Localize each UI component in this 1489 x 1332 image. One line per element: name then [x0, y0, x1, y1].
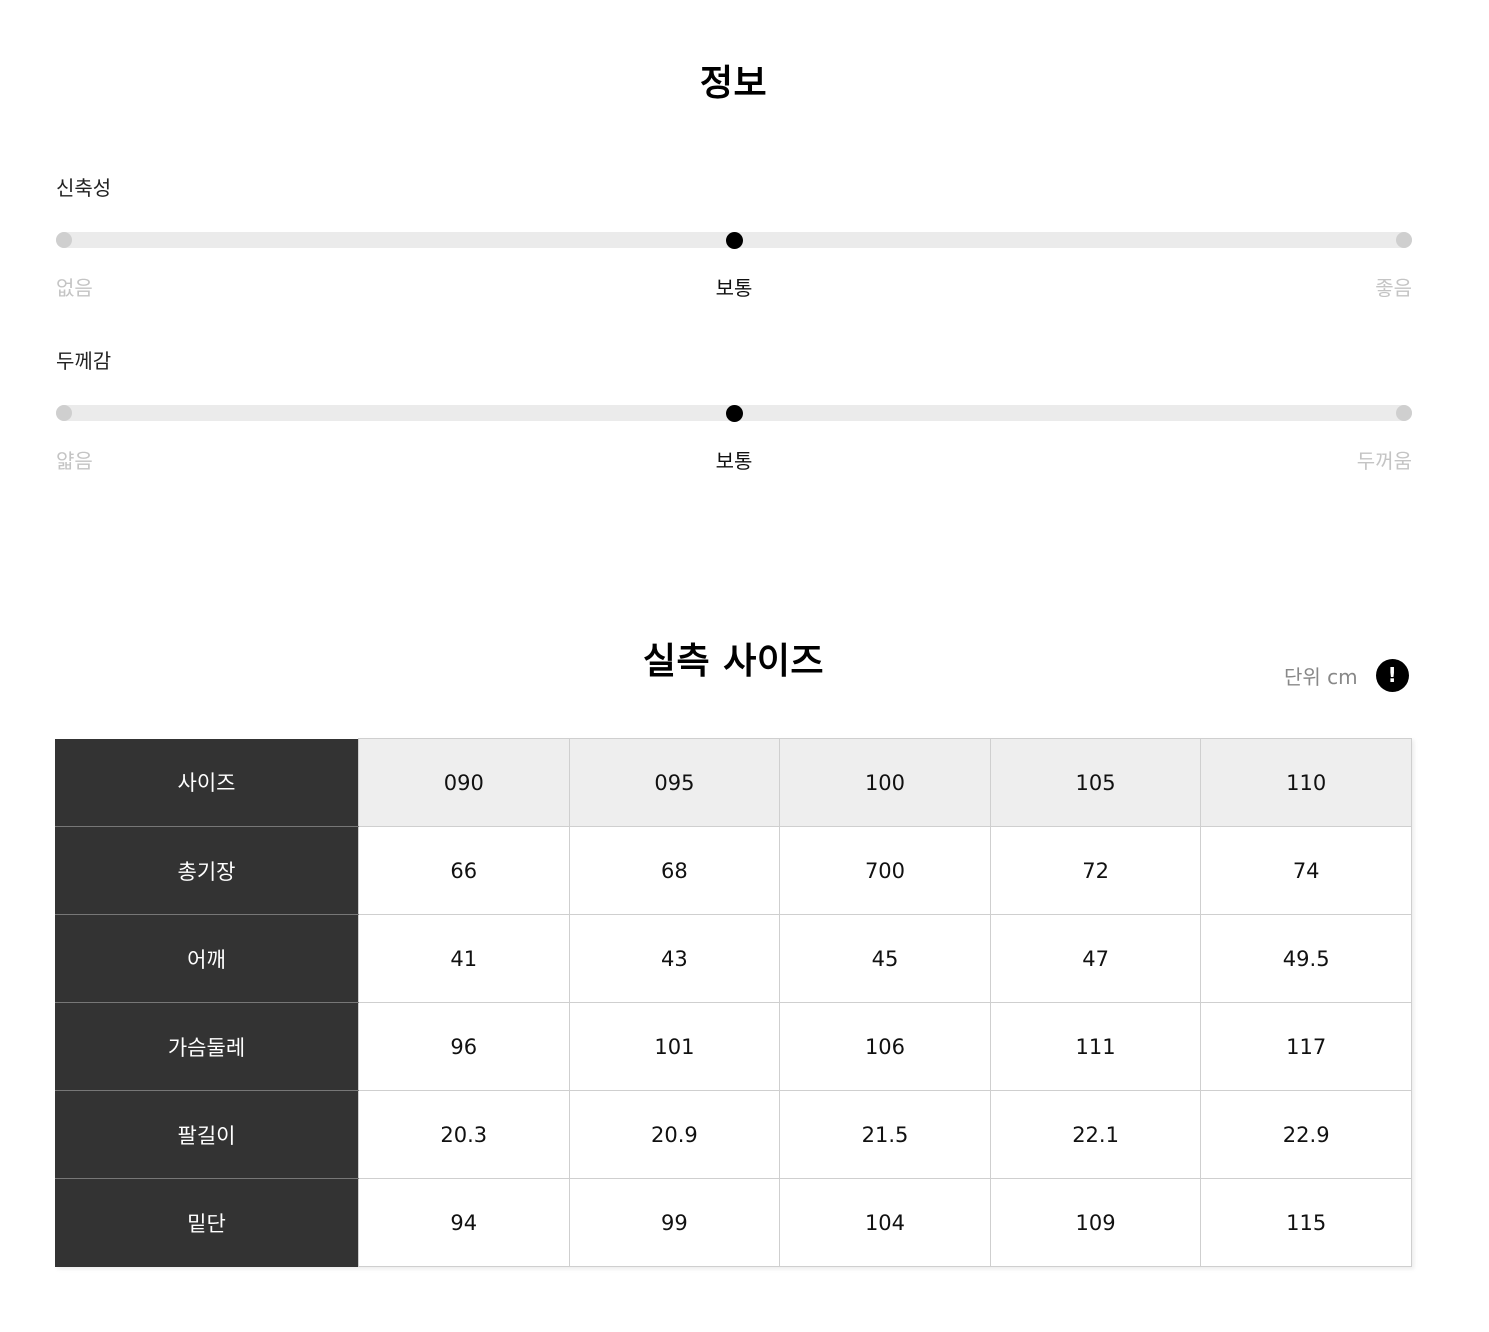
- table-cell: 41: [358, 914, 570, 1003]
- table-cell: 74: [1200, 826, 1412, 915]
- product-detail-page: 정보 신축성 없음 보통 좋음 두께감 얇음 보통 두꺼움 실측 사이즈 단위 …: [0, 0, 1489, 1332]
- table-cell: 101: [568, 1002, 781, 1091]
- table-cell: 700: [779, 826, 991, 915]
- unit-label: 단위 cm: [1284, 664, 1358, 689]
- stretch-mid-label: 보통: [715, 276, 753, 300]
- table-column-header: 090: [358, 738, 570, 827]
- slider-start-dot: [56, 232, 72, 248]
- table-header-row: 사이즈 090 095 100 105 110: [55, 738, 1412, 827]
- table-cell: 109: [989, 1178, 1202, 1267]
- table-row-header: 어깨: [55, 914, 359, 1003]
- stretch-slider: [56, 232, 1412, 249]
- table-row: 어깨 41 43 45 47 49.5: [55, 914, 1412, 1003]
- table-row-header: 팔길이: [55, 1090, 359, 1179]
- table-cell: 72: [989, 826, 1202, 915]
- thickness-slider: [56, 405, 1412, 422]
- size-table: 사이즈 090 095 100 105 110 총기장 66 68 700 72…: [55, 738, 1412, 1267]
- thickness-high-label: 두꺼움: [1356, 449, 1412, 473]
- stretch-label: 신축성: [56, 176, 112, 200]
- table-cell: 66: [358, 826, 570, 915]
- table-cell: 45: [779, 914, 991, 1003]
- size-section-title: 실측 사이즈: [642, 641, 825, 682]
- slider-start-dot: [56, 405, 72, 421]
- unit-area: 단위 cm !: [1284, 658, 1409, 692]
- table-cell: 115: [1200, 1178, 1412, 1267]
- thickness-label: 두께감: [56, 349, 112, 373]
- table-cell: 104: [779, 1178, 991, 1267]
- table-cell: 94: [358, 1178, 570, 1267]
- table-cell: 47: [989, 914, 1202, 1003]
- table-cell: 111: [989, 1002, 1202, 1091]
- table-cell: 20.9: [568, 1090, 781, 1179]
- slider-end-dot: [1396, 232, 1412, 248]
- table-cell: 117: [1200, 1002, 1412, 1091]
- table-cell: 22.1: [989, 1090, 1202, 1179]
- thickness-scale: 얇음 보통 두꺼움: [56, 445, 1412, 473]
- stretch-scale: 없음 보통 좋음: [56, 272, 1412, 300]
- table-cell: 43: [568, 914, 781, 1003]
- table-cell: 49.5: [1200, 914, 1412, 1003]
- table-cell: 21.5: [779, 1090, 991, 1179]
- table-row-header: 가슴둘레: [55, 1002, 359, 1091]
- thickness-slider-knob: [726, 405, 743, 422]
- table-cell: 20.3: [358, 1090, 570, 1179]
- table-row-header: 사이즈: [55, 738, 359, 827]
- table-row: 총기장 66 68 700 72 74: [55, 826, 1412, 915]
- table-cell: 22.9: [1200, 1090, 1412, 1179]
- exclamation-icon[interactable]: !: [1375, 658, 1409, 692]
- table-row: 팔길이 20.3 20.9 21.5 22.1 22.9: [55, 1090, 1412, 1179]
- table-cell: 106: [779, 1002, 991, 1091]
- table-row: 가슴둘레 96 101 106 111 117: [55, 1002, 1412, 1091]
- thickness-mid-label: 보통: [715, 449, 753, 473]
- table-row: 밑단 94 99 104 109 115: [55, 1178, 1412, 1267]
- table-cell: 99: [568, 1178, 781, 1267]
- slider-end-dot: [1396, 405, 1412, 421]
- table-column-header: 105: [989, 738, 1202, 827]
- table-cell: 68: [568, 826, 781, 915]
- table-row-header: 밑단: [55, 1178, 359, 1267]
- table-column-header: 095: [568, 738, 781, 827]
- stretch-high-label: 좋음: [1375, 276, 1412, 300]
- stretch-slider-knob: [726, 232, 743, 249]
- table-cell: 96: [358, 1002, 570, 1091]
- table-row-header: 총기장: [55, 826, 359, 915]
- table-column-header: 100: [779, 738, 991, 827]
- table-column-header: 110: [1200, 738, 1412, 827]
- info-section-title: 정보: [699, 63, 768, 104]
